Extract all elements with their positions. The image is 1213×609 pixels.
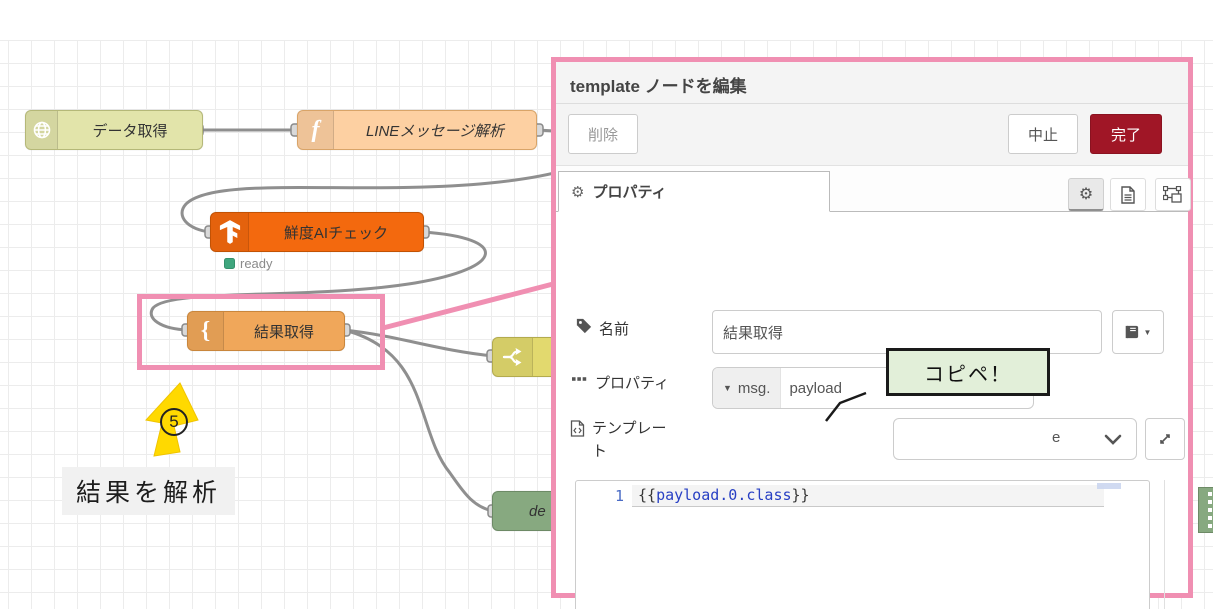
template-code-editor[interactable]: 1 {{payload.0.class}} <box>575 480 1150 609</box>
node-function[interactable]: f LINEメッセージ解析 <box>297 110 537 150</box>
editor-code-line[interactable]: {{payload.0.class}} <box>638 486 810 504</box>
description-button[interactable] <box>1110 178 1146 211</box>
appearance-button[interactable] <box>1155 178 1191 211</box>
document-icon <box>1121 185 1135 204</box>
dialog-form: 名前 ▼ プロパティ ▼ msg. <box>556 212 1188 609</box>
code-close-brace: }} <box>791 486 810 504</box>
properties-view-button[interactable]: ⚙ <box>1068 178 1104 211</box>
step-number: 5 <box>169 412 179 431</box>
step-number-badge: 5 <box>160 408 188 436</box>
typed-input-prefix[interactable]: ▼ msg. <box>713 368 782 408</box>
ellipsis-icon <box>572 377 587 381</box>
function-icon: f <box>298 111 334 149</box>
node-status: ready <box>224 256 273 271</box>
edge-node-icon <box>1208 492 1212 530</box>
name-field-label: 名前 <box>576 318 629 339</box>
tab-bar: ⚙ プロパティ ⚙ <box>556 166 1191 212</box>
switch-icon <box>493 338 533 376</box>
editor-hint-marker <box>1097 483 1121 489</box>
expand-icon <box>1160 434 1170 444</box>
status-text: ready <box>240 256 273 271</box>
edit-template-dialog: template ノードを編集 削除 中止 完了 ⚙ プロパティ ⚙ 名前 結果… <box>551 57 1193 609</box>
node-label: データ取得 <box>92 122 168 140</box>
chevron-down-icon <box>1104 434 1122 445</box>
syntax-select-text: e <box>1052 429 1061 446</box>
syntax-select[interactable]: e <box>893 418 1137 460</box>
flow-note: 結果を解析 <box>62 467 236 515</box>
highlight-rect <box>137 294 385 370</box>
property-value[interactable]: payload <box>781 368 850 408</box>
gear-icon: ⚙ <box>1078 186 1094 203</box>
tensorflow-icon <box>211 213 249 251</box>
property-field-label: プロパティ <box>572 372 669 393</box>
label-text: 名前 <box>599 321 630 338</box>
caret-down-icon: ▼ <box>1143 327 1152 337</box>
template-field-label: テンプレート <box>570 418 682 463</box>
expand-editor-button[interactable] <box>1145 418 1185 460</box>
node-edge-clipped[interactable] <box>1198 487 1213 533</box>
cancel-button[interactable]: 中止 <box>1008 114 1078 154</box>
status-dot-icon <box>224 258 235 269</box>
label-text: テンプレート <box>592 420 667 460</box>
gear-icon: ⚙ <box>571 183 585 201</box>
tab-properties[interactable]: ⚙ プロパティ <box>558 171 830 212</box>
node-red-editor: データ取得 f LINEメッセージ解析 鮮度AIチェック ready { 結果取… <box>0 0 1213 609</box>
selection-icon <box>1163 185 1182 203</box>
tab-label: プロパティ <box>592 184 667 201</box>
file-code-icon <box>570 420 585 437</box>
node-http-request[interactable]: データ取得 <box>25 110 203 150</box>
tag-icon <box>576 318 592 334</box>
caret-down-icon: ▼ <box>723 383 732 393</box>
dialog-header: template ノードを編集 削除 中止 完了 <box>556 62 1188 166</box>
library-button[interactable]: ▼ <box>1112 310 1164 354</box>
delete-button[interactable]: 削除 <box>568 114 638 154</box>
node-label: LINEメッセージ解析 <box>365 122 505 140</box>
code-identifier: payload.0.class <box>656 486 792 504</box>
book-icon <box>1125 325 1138 339</box>
divider <box>556 103 1188 104</box>
copy-paste-note: コピペ！ <box>886 348 1050 396</box>
dialog-title: template ノードを編集 <box>570 77 747 96</box>
prefix-text: msg. <box>737 379 771 397</box>
label-text: プロパティ <box>595 375 670 392</box>
done-button[interactable]: 完了 <box>1090 114 1162 154</box>
divider <box>1164 480 1165 609</box>
node-tensorflow[interactable]: 鮮度AIチェック <box>210 212 424 252</box>
editor-line-number: 1 <box>614 487 624 505</box>
globe-icon <box>26 111 58 149</box>
node-label: 鮮度AIチェック <box>283 224 389 242</box>
code-open-brace: {{ <box>638 486 657 504</box>
